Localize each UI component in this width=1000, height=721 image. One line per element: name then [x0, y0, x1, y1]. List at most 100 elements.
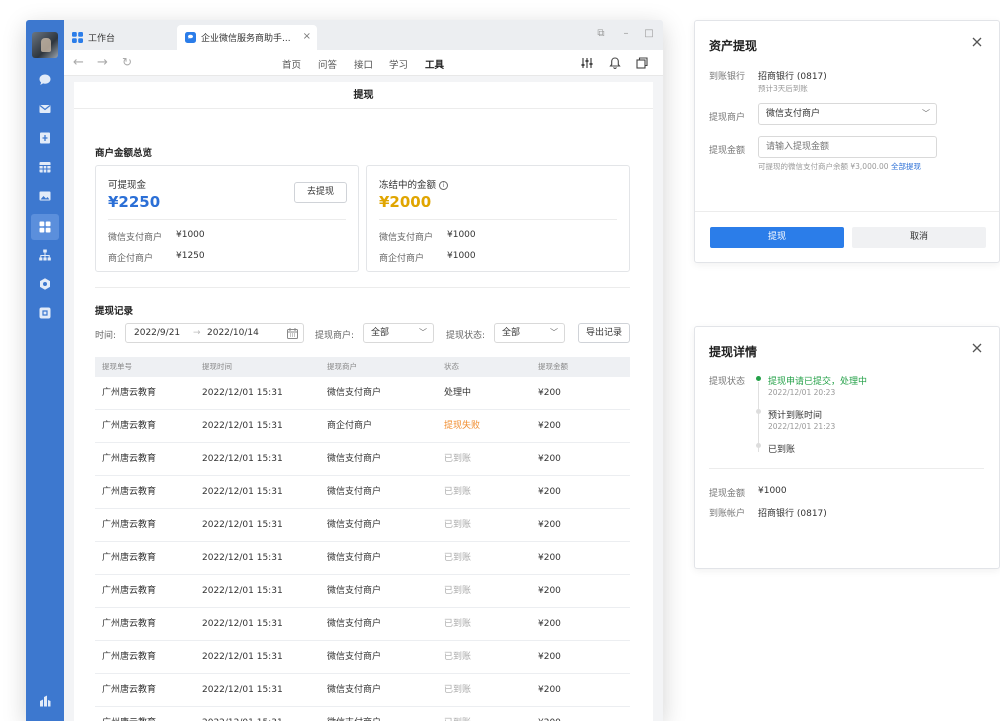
amount-cell: ¥200 — [538, 586, 561, 596]
nav-qa[interactable]: 问答 — [318, 57, 337, 71]
info-icon[interactable]: i — [439, 181, 449, 190]
merchant-select-value: 微信支付商户 — [766, 109, 821, 119]
overview-title: 商户金额总览 — [95, 148, 153, 159]
bell-icon[interactable] — [608, 56, 622, 70]
document-icon[interactable] — [35, 128, 55, 148]
amount-cell: ¥200 — [538, 652, 561, 662]
withdraw-panel: 资产提现 到账银行 招商银行 (0817) 预计3天后到账 提现商户 微信支付商… — [694, 20, 1000, 263]
hexagon-icon[interactable] — [35, 274, 55, 294]
status-select[interactable]: 全部 ﹀ — [494, 323, 565, 343]
order-cell: 广州唐云教育 — [102, 520, 157, 530]
chat-icon[interactable] — [35, 70, 55, 90]
amount-note-text: 可提现的微信支付商户余额 ¥3,000.00 — [758, 162, 889, 171]
nav-home[interactable]: 首页 — [282, 57, 301, 71]
merchant-amount: ¥1000 — [447, 230, 476, 240]
step-text: 预计到账时间 — [768, 411, 823, 421]
page-title: 提现 — [74, 82, 653, 109]
order-cell: 广州唐云教育 — [102, 388, 157, 398]
forward-icon[interactable]: → — [97, 55, 108, 70]
go-withdraw-button[interactable]: 去提现 — [294, 182, 347, 203]
bank-label: 到账银行 — [709, 72, 746, 82]
table-row[interactable]: 广州唐云教育 2022/12/01 15:31 微信支付商户 已到账 ¥200 — [95, 674, 630, 707]
tab-workbench[interactable]: 工作台 — [64, 25, 174, 50]
table-row[interactable]: 广州唐云教育 2022/12/01 15:31 商企付商户 提现失败 ¥200 — [95, 410, 630, 443]
apps-icon[interactable] — [31, 214, 59, 240]
table-row[interactable]: 广州唐云教育 2022/12/01 15:31 微信支付商户 已到账 ¥200 — [95, 575, 630, 608]
status-cell: 已到账 — [444, 685, 472, 695]
table-row[interactable]: 广州唐云教育 2022/12/01 15:31 微信支付商户 已到账 ¥200 — [95, 476, 630, 509]
merchant-select[interactable]: 全部 ﹀ — [363, 323, 434, 343]
col-header: 提现单号 — [102, 362, 132, 371]
date-range-picker[interactable]: 2022/9/21 → 2022/10/14 — [125, 323, 304, 343]
workbench-icon — [72, 32, 83, 43]
order-cell: 广州唐云教育 — [102, 586, 157, 596]
status-cell: 已到账 — [444, 454, 472, 464]
date-end: 2022/10/14 — [207, 328, 259, 338]
merchant-amount: ¥1000 — [176, 230, 205, 240]
grid-box-icon[interactable] — [35, 303, 55, 323]
step-time: 2022/12/01 21:23 — [768, 422, 836, 431]
merchant-cell: 微信支付商户 — [327, 520, 382, 530]
close-tab-icon[interactable]: × — [303, 31, 311, 42]
nav-tools[interactable]: 工具 — [425, 57, 444, 71]
close-icon[interactable] — [970, 341, 984, 355]
time-cell: 2022/12/01 15:31 — [202, 553, 283, 563]
cancel-button[interactable]: 取消 — [852, 227, 986, 248]
time-cell: 2022/12/01 15:31 — [202, 388, 283, 398]
table-row[interactable]: 广州唐云教育 2022/12/01 15:31 微信支付商户 已到账 ¥200 — [95, 509, 630, 542]
org-chart-icon[interactable] — [35, 245, 55, 265]
order-cell: 广州唐云教育 — [102, 487, 157, 497]
export-button[interactable]: 导出记录 — [578, 323, 630, 343]
order-cell: 广州唐云教育 — [102, 421, 157, 431]
table-row[interactable]: 广州唐云教育 2022/12/01 15:31 微信支付商户 已到账 ¥200 — [95, 542, 630, 575]
close-icon[interactable] — [970, 35, 984, 49]
maximize-icon[interactable]: □ — [642, 27, 656, 41]
merchant-cell: 微信支付商户 — [327, 487, 382, 497]
merchant-select-value: 全部 — [371, 328, 390, 338]
nav-api[interactable]: 接口 — [354, 57, 373, 71]
minimize-icon[interactable]: – — [619, 27, 633, 41]
tab-wecom-assistant[interactable]: 企业微信服务商助手... × — [177, 25, 317, 50]
divider — [108, 219, 346, 220]
submit-withdraw-button[interactable]: 提现 — [710, 227, 844, 248]
amount-cell: ¥200 — [538, 520, 561, 530]
divider — [709, 468, 984, 469]
frozen-label: 冻结中的金额 i — [379, 177, 449, 191]
order-cell: 广州唐云教育 — [102, 707, 156, 721]
amount-input[interactable] — [758, 136, 937, 158]
avatar[interactable] — [32, 32, 58, 58]
table-row[interactable]: 广州唐云教育 2022/12/01 15:31 微信支付商户 已到账 ¥200 — [95, 443, 630, 476]
restore-icon[interactable]: ⧉ — [594, 27, 608, 41]
table-row[interactable]: 广州唐云教育 2022/12/01 15:31 微信支付商户 已到账 ¥200 — [95, 608, 630, 641]
nav-learn[interactable]: 学习 — [389, 57, 408, 71]
bank-value: 招商银行 (0817) — [758, 72, 827, 82]
settings-sliders-icon[interactable] — [580, 56, 594, 70]
chevron-down-icon: ﹀ — [922, 109, 930, 118]
table-row[interactable]: 广州唐云教育 2022/12/01 15:31 微信支付商户 处理中 ¥200 — [95, 377, 630, 410]
table-row[interactable]: 广州唐云教育 2022/12/01 15:31 微信支付商户 已到账 ¥200 — [95, 707, 630, 721]
window-icon[interactable] — [635, 56, 649, 70]
account-value: 招商银行 (0817) — [758, 509, 827, 519]
page-content: 提现 商户金额总览 可提现金 ¥2250 去提现 微信支付商户 ¥1000 商企… — [74, 82, 653, 721]
status-label: 提现状态 — [709, 377, 746, 387]
refresh-icon[interactable]: ↻ — [122, 55, 132, 69]
table-row[interactable]: 广州唐云教育 2022/12/01 15:31 微信支付商户 已到账 ¥200 — [95, 641, 630, 674]
tab-label: 工作台 — [88, 34, 116, 44]
order-cell: 广州唐云教育 — [102, 619, 157, 629]
merchant-select[interactable]: 微信支付商户 ﹀ — [758, 103, 937, 125]
stats-icon[interactable] — [35, 691, 55, 711]
merchant-label: 微信支付商户 — [379, 233, 434, 243]
account-label: 到账帐户 — [709, 509, 746, 519]
time-cell: 2022/12/01 15:31 — [202, 520, 283, 530]
amount-cell: ¥200 — [538, 685, 561, 695]
withdraw-all-link[interactable]: 全部提现 — [891, 162, 921, 171]
mail-icon[interactable] — [35, 99, 55, 119]
date-separator: → — [193, 328, 201, 338]
timeline-dot — [756, 409, 761, 414]
image-icon[interactable] — [35, 186, 55, 206]
status-cell: 处理中 — [444, 388, 472, 398]
app-window: 工作台 企业微信服务商助手... × ⧉ – □ × ← → ↻ 首页 问答 接… — [26, 20, 663, 721]
merchant-filter-label: 提现商户: — [315, 331, 355, 341]
back-icon[interactable]: ← — [73, 55, 84, 70]
calendar-icon[interactable] — [35, 157, 55, 177]
